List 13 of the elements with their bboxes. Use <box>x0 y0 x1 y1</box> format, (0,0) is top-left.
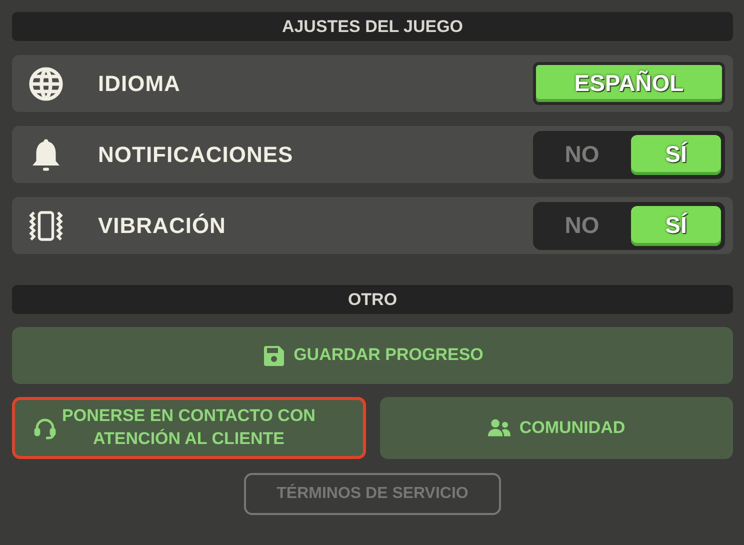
toggle-option[interactable]: NO <box>537 206 627 246</box>
setting-label: VIBRACIÓN <box>98 212 227 238</box>
action-button[interactable]: PONERSE EN CONTACTO CON ATENCIÓN AL CLIENTE <box>12 397 366 459</box>
globe-icon <box>28 66 64 102</box>
headset-icon <box>33 416 57 440</box>
action-button[interactable]: COMUNIDAD <box>380 397 733 459</box>
setting-label: NOTIFICACIONES <box>98 142 294 168</box>
section-header: OTRO <box>12 285 733 314</box>
action-button[interactable]: GUARDAR PROGRESO <box>12 327 733 384</box>
toggle-option[interactable]: NO <box>537 134 627 174</box>
setting-label: IDIOMA <box>98 70 182 96</box>
section-header: AJUSTES DEL JUEGO <box>12 12 733 41</box>
terms-button[interactable]: TÉRMINOS DE SERVICIO <box>244 473 501 515</box>
